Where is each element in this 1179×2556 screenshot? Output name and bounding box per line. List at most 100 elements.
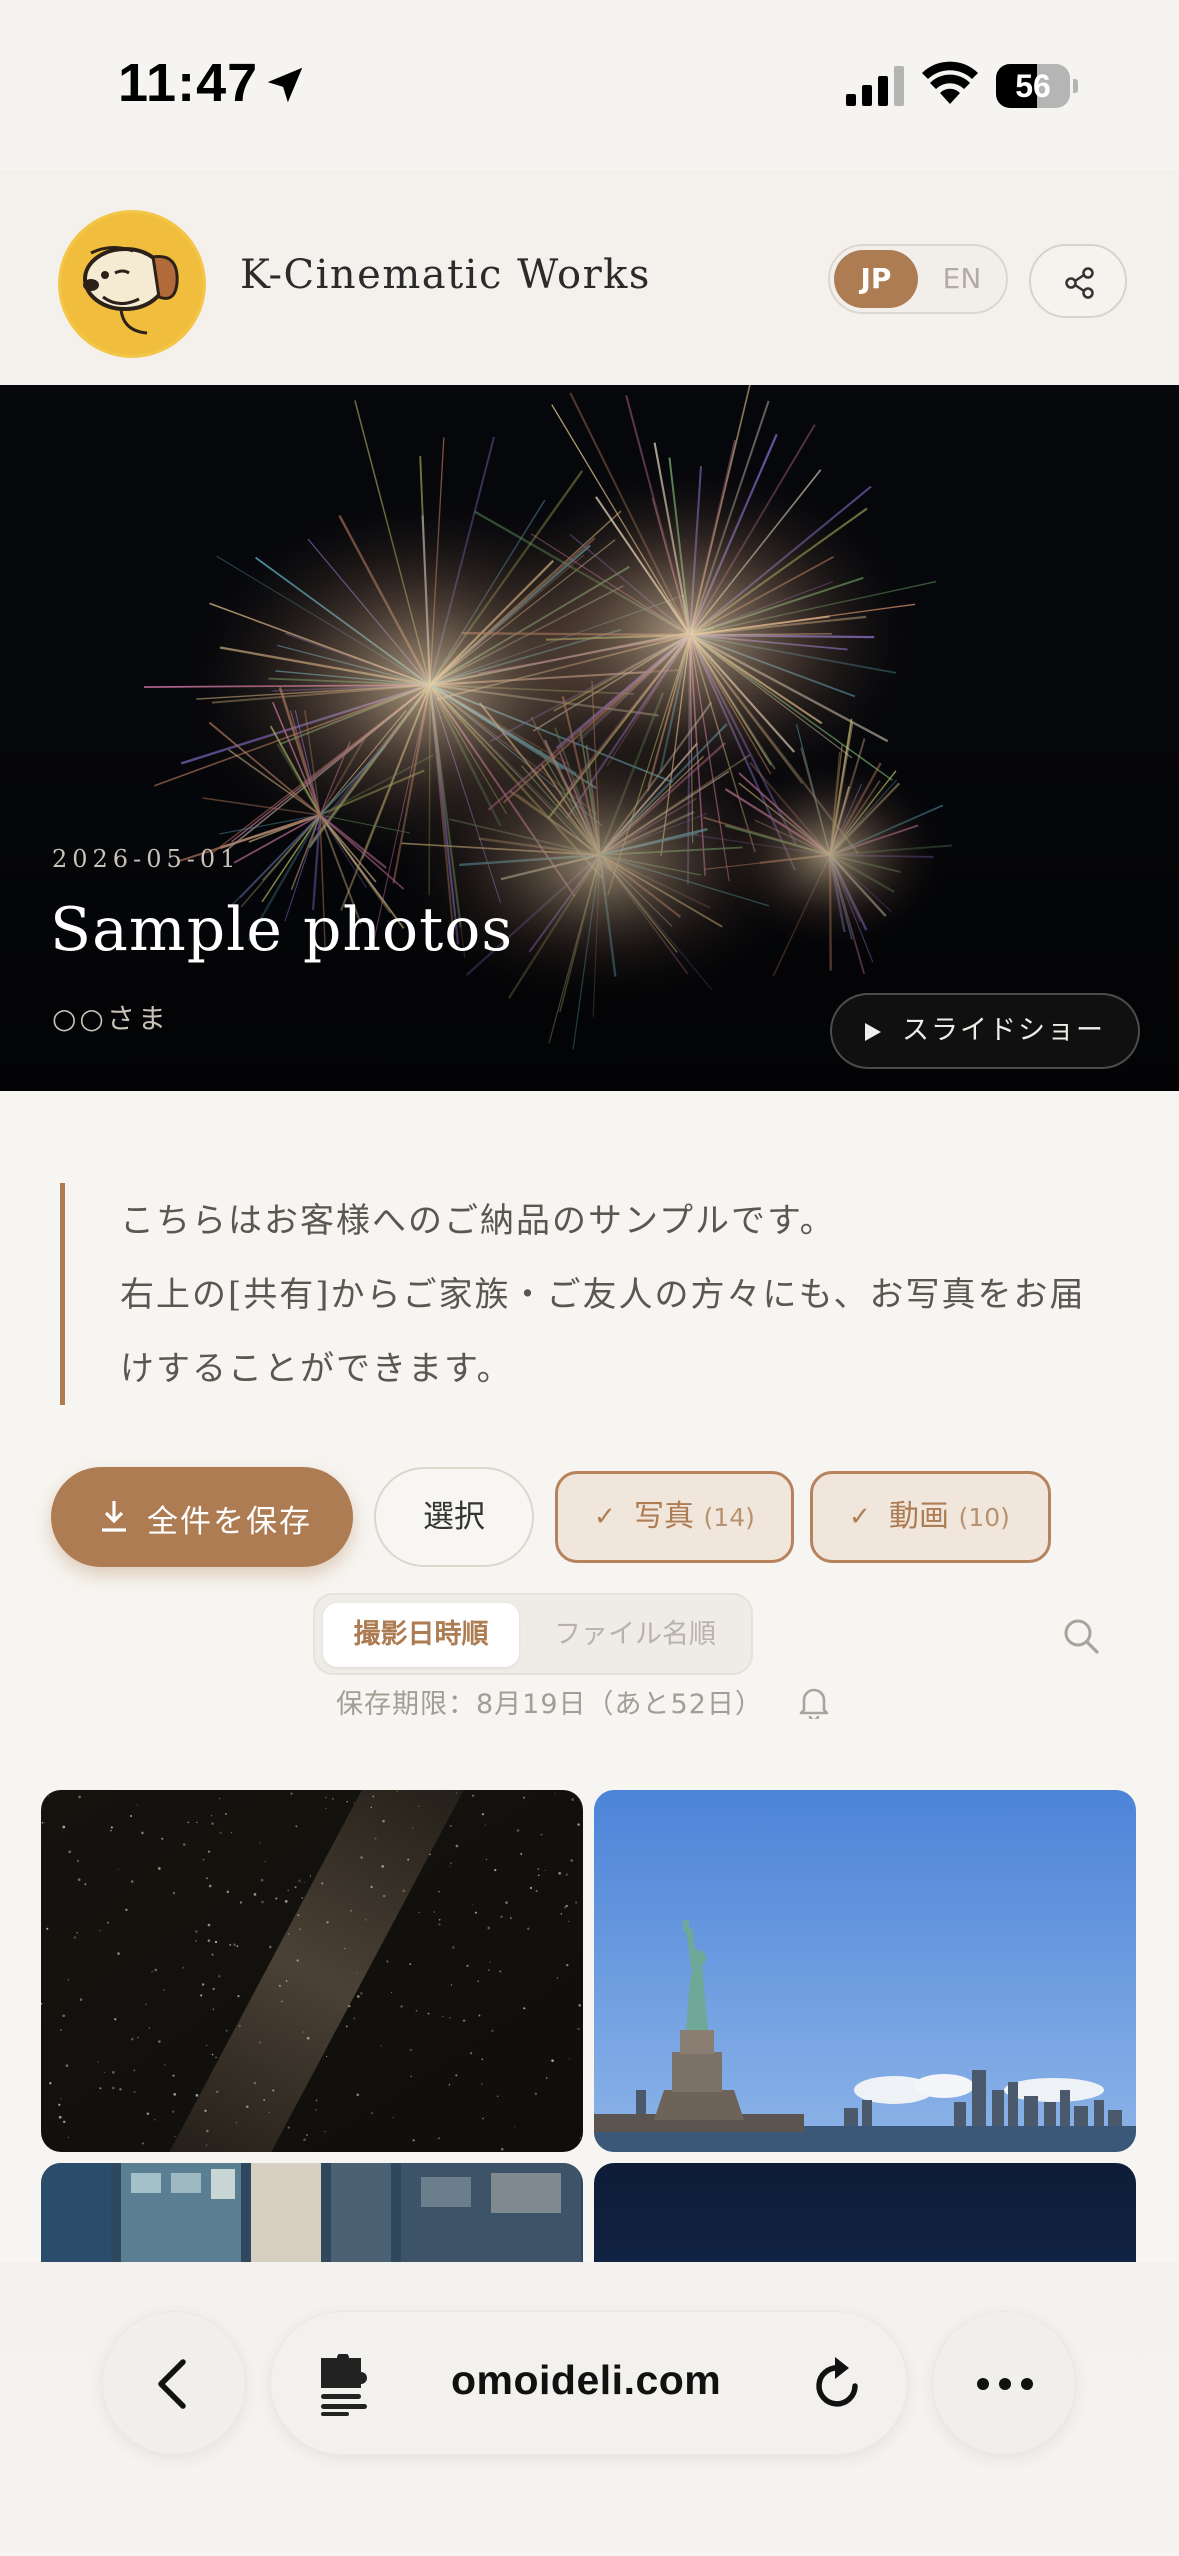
status-bar: 11:47 56 [0, 0, 1179, 170]
star-dot [296, 1959, 299, 1962]
star-dot [523, 2007, 526, 2010]
star-dot [347, 2004, 351, 2008]
sort-by-filename-tab[interactable]: ファイル名順 [525, 1603, 745, 1667]
back-button[interactable] [102, 2311, 246, 2455]
star-dot [295, 1825, 298, 1828]
star-dot [578, 2004, 581, 2007]
play-icon [865, 1023, 881, 1041]
slideshow-button[interactable]: スライドショー [830, 993, 1140, 1069]
lang-jp-option[interactable]: JP [834, 250, 918, 308]
star-dot [438, 1918, 441, 1921]
language-toggle[interactable]: JP EN [828, 244, 1008, 314]
photo-thumbnail[interactable] [41, 1790, 583, 2152]
star-dot [154, 2119, 156, 2121]
star-dot [172, 2074, 175, 2077]
star-dot [470, 2052, 473, 2055]
star-dot [68, 1850, 72, 1854]
videos-filter-chip[interactable]: ✓ 動画 (10) [810, 1471, 1051, 1563]
star-dot [551, 2059, 554, 2063]
star-dot [104, 2072, 106, 2074]
star-dot [67, 1979, 69, 1981]
star-dot [119, 2088, 122, 2091]
photo-grid [0, 1790, 1179, 2263]
star-dot [537, 1868, 540, 1870]
star-dot [114, 2018, 117, 2021]
sort-toggle: 撮影日時順 ファイル名順 [313, 1593, 753, 1675]
star-dot [565, 1904, 568, 1907]
photos-filter-chip[interactable]: ✓ 写真 (14) [555, 1471, 794, 1563]
bell-icon[interactable] [799, 1685, 829, 1719]
star-dot [370, 1885, 373, 1889]
star-dot [516, 1829, 520, 1832]
star-dot [171, 2110, 175, 2113]
star-dot [230, 1831, 233, 1834]
star-dot [67, 2136, 70, 2139]
star-dot [187, 1821, 189, 1824]
star-dot [208, 1884, 212, 1888]
star-dot [60, 2097, 62, 2100]
star-dot [456, 1792, 458, 1794]
expiry-notice: 保存期限：8月19日（あと52日） [336, 1689, 763, 1720]
share-icon [1065, 267, 1094, 299]
star-dot [41, 1821, 44, 1824]
star-dot [62, 2014, 66, 2018]
star-dot [196, 1821, 198, 1823]
photo-thumbnail[interactable] [41, 2163, 583, 2263]
download-icon [102, 1501, 126, 1532]
select-button[interactable]: 選択 [374, 1467, 534, 1567]
star-dot [133, 2069, 136, 2072]
star-dot [229, 1943, 232, 1946]
star-dot [130, 2037, 134, 2041]
more-button[interactable] [932, 2311, 1076, 2455]
star-dot [77, 1878, 81, 1882]
star-dot [207, 1923, 211, 1927]
star-dot [494, 1868, 497, 1872]
hero-banner: 2026-05-01 Sample photos ○○さま スライドショー [0, 385, 1179, 1091]
reload-icon[interactable] [811, 2354, 865, 2412]
star-dot [268, 2111, 270, 2114]
location-arrow-icon [267, 67, 303, 103]
star-dot [429, 1853, 431, 1856]
star-dot [353, 2017, 356, 2020]
star-dot [392, 2116, 395, 2119]
lang-en-option[interactable]: EN [922, 250, 1002, 308]
star-dot [259, 1842, 261, 1844]
star-dot [477, 1980, 479, 1982]
avatar[interactable] [58, 210, 206, 358]
star-dot [451, 1946, 455, 1949]
star-dot [275, 1897, 278, 1900]
star-dot [529, 1886, 533, 1890]
puzzle-icon[interactable] [317, 2354, 373, 2416]
star-dot [237, 1995, 240, 1998]
photo-thumbnail[interactable] [594, 2163, 1136, 2263]
search-icon[interactable] [1062, 1617, 1100, 1655]
star-dot [438, 1890, 440, 1893]
star-dot [415, 2009, 418, 2012]
star-dot [372, 1795, 375, 1798]
star-dot [491, 2029, 494, 2033]
star-dot [205, 2044, 208, 2047]
photo-thumbnail[interactable] [594, 1790, 1136, 2152]
address-bar[interactable]: omoideli.com [270, 2311, 908, 2455]
save-all-button[interactable]: 全件を保存 [51, 1467, 353, 1567]
star-dot [287, 2126, 290, 2129]
star-dot [206, 2144, 208, 2146]
star-dot [438, 1923, 441, 1926]
star-dot [306, 2036, 310, 2040]
star-dot [182, 1966, 185, 1969]
star-dot [211, 1953, 214, 1956]
star-dot [125, 1908, 128, 1911]
sort-by-date-tab[interactable]: 撮影日時順 [323, 1603, 519, 1667]
star-dot [110, 1829, 112, 1832]
star-dot [84, 1883, 87, 1886]
star-dot [325, 1807, 327, 1810]
star-dot [380, 2045, 382, 2047]
star-dot [294, 1886, 297, 1889]
share-button[interactable] [1029, 244, 1127, 318]
star-dot [141, 1831, 144, 1835]
star-dot [301, 1897, 303, 1899]
star-dot [63, 2120, 66, 2124]
star-dot [148, 2027, 150, 2029]
star-dot [298, 1879, 301, 1883]
status-time: 11:47 [118, 53, 259, 113]
